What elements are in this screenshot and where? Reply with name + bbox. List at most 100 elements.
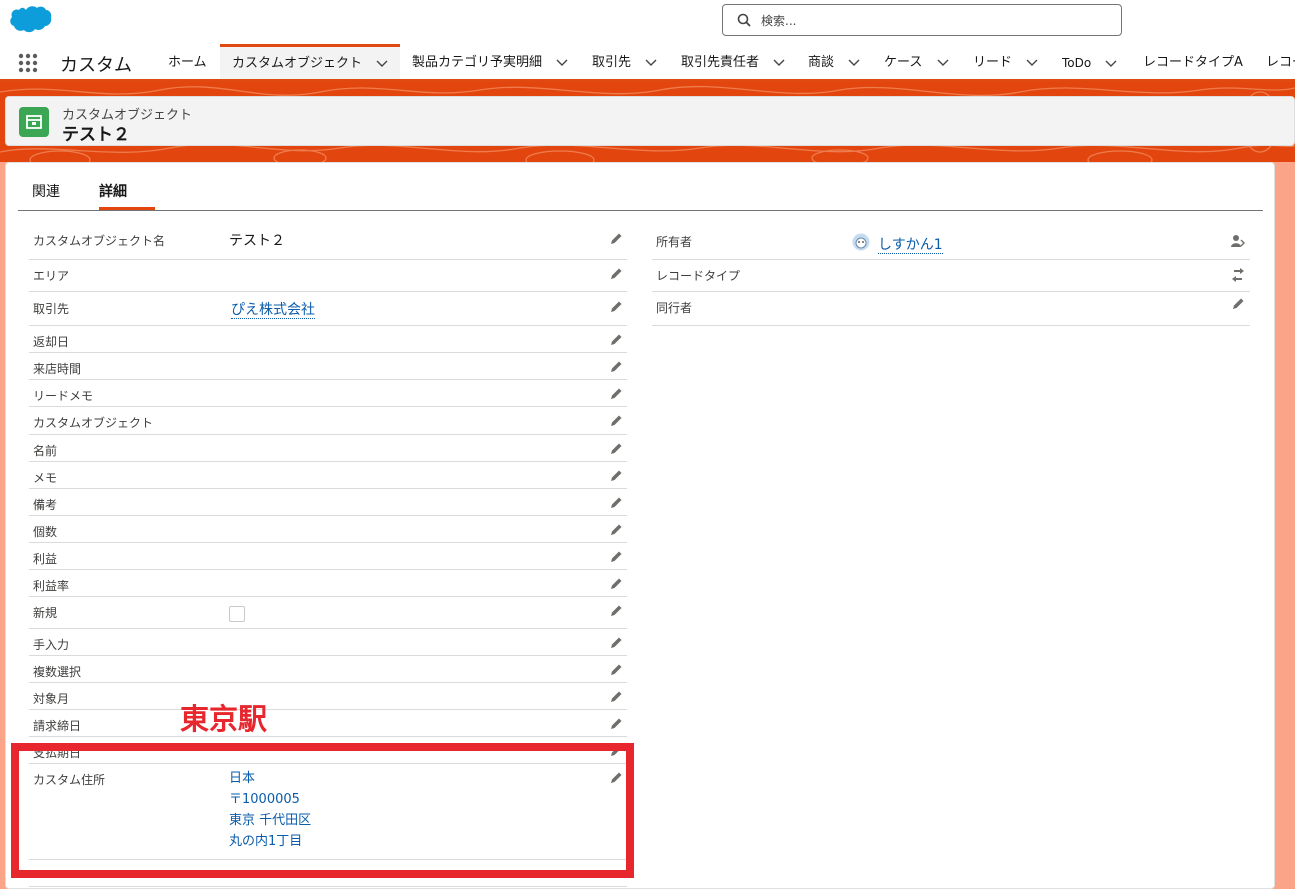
nav-item-cases[interactable]: ケース	[884, 44, 949, 79]
nav-item-label: レコー	[1266, 55, 1295, 70]
nav-item-label: 製品カテゴリ予実明細	[412, 55, 543, 70]
chevron-down-icon[interactable]	[376, 60, 388, 68]
field-label-record-type: レコードタイプ	[656, 269, 741, 283]
field-divider	[29, 628, 627, 629]
salesforce-logo-icon[interactable]	[8, 4, 52, 36]
nav-item-label: リード	[973, 55, 1013, 70]
chevron-down-icon[interactable]	[1026, 59, 1038, 67]
edit-pencil-icon[interactable]	[609, 550, 623, 564]
field-divider	[652, 259, 1250, 260]
field-divider	[29, 325, 627, 326]
field-divider	[29, 291, 627, 292]
field-divider	[29, 379, 627, 380]
owner-avatar-icon	[852, 233, 870, 251]
field-divider	[29, 259, 627, 260]
field-label: 名前	[33, 444, 58, 458]
chevron-down-icon[interactable]	[773, 59, 785, 67]
edit-pencil-icon[interactable]	[609, 469, 623, 483]
field-divider	[29, 596, 627, 597]
record-title: テスト２	[62, 125, 130, 145]
chevron-down-icon[interactable]	[556, 59, 568, 67]
field-divider	[29, 682, 627, 683]
owner-link[interactable]: しすかん1	[878, 234, 943, 254]
field-label-companion: 同行者	[656, 301, 693, 315]
nav-item-product-category[interactable]: 製品カテゴリ予実明細	[412, 44, 568, 79]
field-label: 備考	[33, 498, 58, 512]
nav-item-custom-object[interactable]: カスタムオブジェクト	[220, 44, 401, 79]
app-name: カスタム	[60, 55, 132, 76]
edit-pencil-icon[interactable]	[609, 267, 623, 281]
field-label: 複数選択	[33, 665, 82, 679]
app-launcher-icon[interactable]	[18, 53, 38, 73]
nav-item-label: ホーム	[168, 55, 207, 70]
edit-pencil-icon[interactable]	[609, 387, 623, 401]
chevron-down-icon[interactable]	[1105, 60, 1117, 68]
field-label-owner: 所有者	[656, 235, 693, 249]
search-icon	[737, 13, 751, 27]
change-record-type-icon[interactable]	[1231, 268, 1245, 282]
nav-item-todo[interactable]: ToDo	[1062, 44, 1117, 79]
field-divider	[29, 406, 627, 407]
owner-link-text: しすかん1	[878, 237, 943, 254]
global-search-input[interactable]: 検索...	[722, 4, 1122, 36]
field-divider	[29, 461, 627, 462]
tab-related[interactable]: 関連	[32, 181, 60, 201]
edit-pencil-icon[interactable]	[1231, 297, 1245, 311]
edit-pencil-icon[interactable]	[609, 663, 623, 677]
nav-item-label: 取引先責任者	[681, 55, 760, 70]
field-divider	[29, 488, 627, 489]
new-checkbox	[229, 606, 245, 622]
nav-item-label: 取引先	[592, 55, 632, 70]
nav-item-label: ケース	[884, 55, 923, 70]
edit-pencil-icon[interactable]	[609, 523, 623, 537]
global-header: 検索...	[0, 0, 1295, 44]
field-label: カスタムオブジェクト	[33, 416, 154, 430]
annotation-highlight-box	[11, 743, 634, 878]
chevron-down-icon[interactable]	[937, 59, 949, 67]
custom-object-name-value: テスト２	[229, 233, 285, 249]
nav-item-leads[interactable]: リード	[973, 44, 1038, 79]
edit-pencil-icon[interactable]	[609, 496, 623, 510]
nav-item-label: ToDo	[1062, 56, 1092, 70]
custom-object-icon	[19, 107, 49, 137]
nav-item-label: カスタムオブジェクト	[232, 56, 363, 71]
account-link-text: ぴえ株式会社	[231, 302, 315, 319]
nav-item-label: レコードタイプA	[1143, 55, 1243, 70]
chevron-down-icon[interactable]	[848, 59, 860, 67]
field-divider	[29, 434, 627, 435]
field-label: 利益率	[33, 579, 70, 593]
edit-pencil-icon[interactable]	[609, 717, 623, 731]
nav-item-overflow[interactable]: レコー	[1266, 44, 1295, 79]
field-label: 手入力	[33, 638, 70, 652]
edit-pencil-icon[interactable]	[609, 690, 623, 704]
edit-pencil-icon[interactable]	[609, 300, 623, 314]
field-label: 請求締日	[33, 719, 82, 733]
change-owner-icon[interactable]	[1231, 234, 1245, 248]
edit-pencil-icon[interactable]	[609, 232, 623, 246]
field-label: リードメモ	[33, 389, 94, 403]
field-label: 来店時間	[33, 362, 82, 376]
app-nav-bar: カスタム ホーム カスタムオブジェクト 製品カテゴリ予実明細 取引先 取引先責任…	[0, 44, 1295, 82]
edit-pencil-icon[interactable]	[609, 414, 623, 428]
nav-item-record-type-a[interactable]: レコードタイプA	[1143, 44, 1243, 79]
nav-item-home[interactable]: ホーム	[168, 44, 207, 79]
nav-item-accounts[interactable]: 取引先	[592, 44, 657, 79]
record-tabs: 関連 詳細	[18, 163, 1263, 211]
field-label: 取引先	[33, 302, 70, 316]
edit-pencil-icon[interactable]	[609, 360, 623, 374]
edit-pencil-icon[interactable]	[609, 442, 623, 456]
field-divider	[652, 291, 1250, 292]
field-label: 個数	[33, 525, 58, 539]
tab-details[interactable]: 詳細	[99, 181, 127, 201]
nav-item-opportunities[interactable]: 商談	[808, 44, 860, 79]
account-link[interactable]: ぴえ株式会社	[231, 299, 315, 319]
edit-pencil-icon[interactable]	[609, 577, 623, 591]
edit-pencil-icon[interactable]	[609, 636, 623, 650]
field-divider	[29, 542, 627, 543]
edit-pencil-icon[interactable]	[609, 333, 623, 347]
chevron-down-icon[interactable]	[645, 59, 657, 67]
search-placeholder: 検索...	[761, 14, 797, 28]
nav-item-contacts[interactable]: 取引先責任者	[681, 44, 785, 79]
field-divider	[29, 736, 627, 737]
edit-pencil-icon[interactable]	[609, 604, 623, 618]
